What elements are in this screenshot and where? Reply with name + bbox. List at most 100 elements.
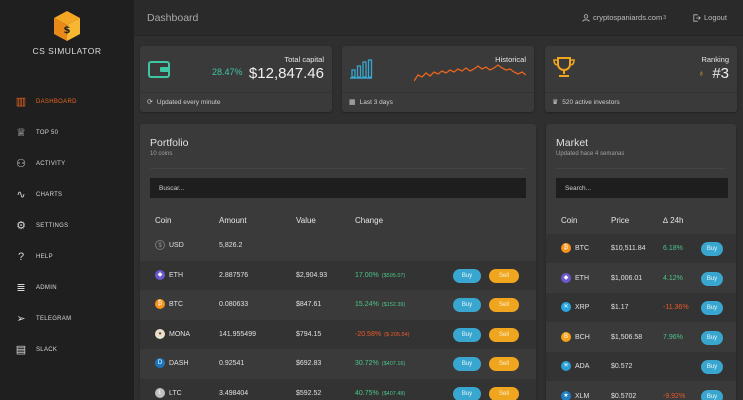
sidebar-item-label: SLACK [36,346,58,353]
wallet-icon [148,61,170,80]
topbar: Dashboard cryptospaniards.com 3 Logout [134,0,743,36]
coin-change: -11.36% [663,304,689,311]
change-amount: ($152.39) [381,302,406,308]
btc-coin-icon: ₿ [155,299,165,309]
market-col-price: Price [611,216,630,225]
coin-name: ADA [575,363,590,370]
market-title: Market [556,137,589,149]
capital-value: $12,847.46 [248,65,324,82]
buy-button[interactable]: Buy [453,268,481,283]
sidebar-item-label: DASHBOARD [36,98,77,105]
crown-icon: ♛ [552,99,559,106]
buy-button[interactable]: Buy [701,330,723,345]
logout-button[interactable]: Logout [693,13,727,22]
coin-name: XRP [575,304,590,311]
sell-button[interactable]: Sell [489,327,519,342]
historical-footer: ▦ Last 3 days [349,98,393,107]
table-row: ◆ ETH 2.887576 $2,904.93 17.00% ($595.07) Buy S… [140,260,536,290]
sell-button[interactable]: Sell [489,357,519,371]
change-percent: -20.58% [355,330,382,338]
sell-button[interactable]: Sell [489,268,519,283]
table-row: ₿ BTC 0.080633 $847.61 15.24% ($152.39) Buy Sel… [140,290,536,319]
coin-change: 17.00% ($595.07) [355,261,405,290]
ranking-value: #3 [712,65,729,82]
capital-card: Total capital 28.47% $12,847.46 ⟳ Updated… [140,46,332,112]
change-amount: ($407.16) [381,361,406,367]
ranking-footer: ♛ 520 active investors [552,98,620,107]
coin-value: $847.61 [296,301,322,308]
sidebar-item-settings[interactable]: ⚙ SETTINGS [0,210,134,241]
capital-label: Total capital [284,55,324,64]
sidebar-item-dashboard[interactable]: ▥ DASHBOARD [0,86,134,117]
user-icon [582,13,590,22]
sidebar-item-admin[interactable]: ≣ ADMIN [0,272,134,303]
portfolio-col-amount: Amount [219,216,247,225]
buy-button[interactable]: Buy [701,242,723,256]
eth-coin-icon: ◆ [155,269,165,280]
table-row: ● MONA 141.955499 $794.15 -20.58% ($-205.84) B… [140,319,536,349]
portfolio-panel: Portfolio 10 coins Coin Amount Value Cha… [140,124,536,400]
ranking-footer-text: 520 active investors [562,98,620,106]
buy-button[interactable]: Buy [701,389,723,400]
coin-price: $1,506.58 [611,333,643,341]
portfolio-search-input[interactable] [150,178,526,198]
buy-button[interactable]: Buy [453,357,481,371]
table-row: ✳ ADA $0.572 Buy [546,352,736,381]
coin-price: $0.5702 [611,392,637,400]
brand[interactable]: $ CS SIMULATOR [0,10,134,56]
coin-amount: 0.080633 [219,301,249,308]
buy-button[interactable]: Buy [453,386,481,400]
coin-change: 4.12% [663,274,683,282]
coin-price: $1,006.01 [611,274,643,282]
coin-name: BCH [575,333,590,341]
coin-price: $0.572 [611,363,633,370]
coin-name: BTC [169,301,183,308]
coin-change: 6.18% [663,245,683,252]
buy-button[interactable]: Buy [701,301,723,315]
market-divider [556,168,726,169]
sidebar-item-telegram[interactable]: ➢ TELEGRAM [0,303,134,334]
change-percent: 40.75% [355,389,379,397]
xlm-coin-icon: ★ [561,390,571,400]
coin-name: ETH [169,271,183,279]
historical-divider [342,92,534,93]
coin-change: 7.96% [663,333,683,341]
chat-icon: ▤ [15,344,27,356]
portfolio-col-change: Change [355,216,384,225]
market-search-input[interactable] [556,178,728,198]
coin-amount: 3.498404 [219,389,249,397]
coin-name: ETH [575,274,589,282]
sell-button[interactable]: Sell [489,298,519,312]
eth-coin-icon: ◆ [561,272,571,283]
sidebar-item-activity[interactable]: ⚇ ACTIVITY [0,148,134,179]
table-row: $ USD 5,826.2 [140,231,536,260]
buy-button[interactable]: Buy [453,327,481,342]
ranking-label: Ranking [701,55,729,64]
sidebar-item-label: ADMIN [36,284,57,291]
sidebar-item-slack[interactable]: ▤ SLACK [0,334,134,365]
buy-button[interactable]: Buy [701,360,723,374]
portfolio-col-coin: Coin [155,216,172,225]
user-link[interactable]: cryptospaniards.com 3 [582,13,666,22]
trophy-icon [553,56,575,80]
historical-sparkline [414,64,526,82]
coin-name: USD [169,242,184,249]
sidebar-item-charts[interactable]: ∿ CHARTS [0,179,134,210]
sidebar: $ CS SIMULATOR ▥ DASHBOARD ♕ TOP 50 ⚇ ACTIVIT… [0,0,134,400]
sidebar-item-top-50[interactable]: ♕ TOP 50 [0,117,134,148]
coin-price: $1.17 [611,304,629,311]
svg-text:$: $ [64,25,71,36]
table-row: B BCH $1,506.58 7.96% Buy [546,323,736,352]
logout-icon [693,13,701,22]
sell-button[interactable]: Sell [489,386,519,400]
coin-value: $2,904.93 [296,271,328,279]
ada-coin-icon: ✳ [561,361,571,371]
coin-value: $794.15 [296,330,322,338]
pulse-icon: ∿ [16,189,26,201]
buy-button[interactable]: Buy [453,298,481,312]
capital-percent: 28.47% [212,67,243,77]
ltc-coin-icon: Ł [155,387,165,398]
coin-name: LTC [169,389,182,397]
buy-button[interactable]: Buy [701,271,723,286]
sidebar-item-help[interactable]: ? HELP [0,241,134,272]
